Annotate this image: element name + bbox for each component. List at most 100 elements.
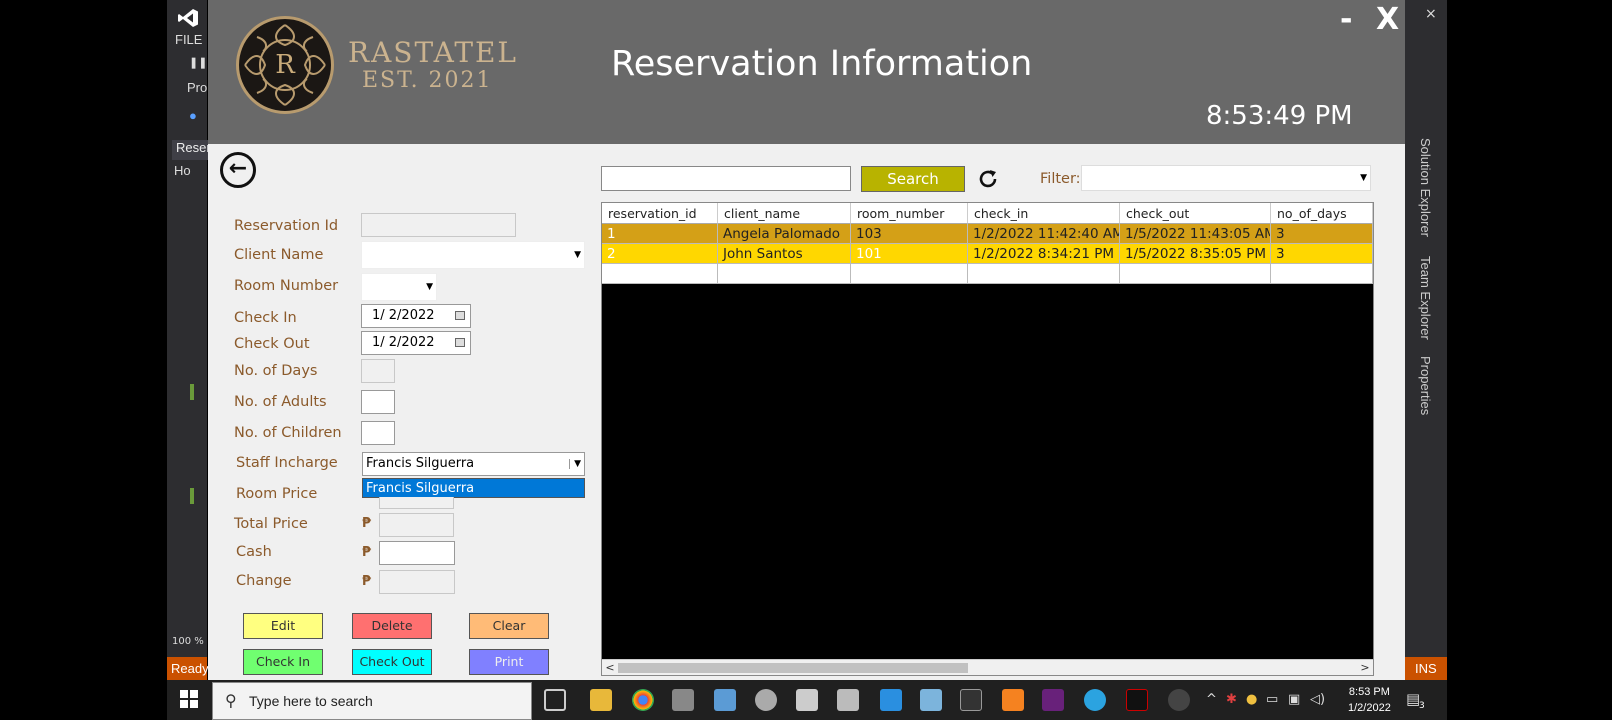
check-in-button[interactable]: Check In [243, 649, 323, 675]
reservation-grid[interactable]: reservation_id client_name room_number c… [601, 202, 1374, 676]
table-cell[interactable]: 1/5/2022 8:35:05 PM [1120, 244, 1271, 264]
no-of-children-field[interactable] [361, 421, 395, 445]
scroll-right-icon[interactable]: > [1357, 660, 1373, 676]
check-in-date-picker[interactable]: 1/ 2/2022 [361, 304, 471, 328]
table-cell[interactable]: Angela Palomado [718, 224, 851, 244]
vs-pause-icon[interactable]: ❚❚ [189, 56, 207, 69]
calculator-icon[interactable] [672, 689, 694, 711]
calendar-icon[interactable] [455, 338, 465, 347]
label-total-price: Total Price [234, 516, 308, 532]
table-cell[interactable]: John Santos [718, 244, 851, 264]
visual-studio-icon[interactable] [1042, 689, 1064, 711]
column-header[interactable]: no_of_days [1271, 203, 1373, 224]
clear-button[interactable]: Clear [469, 613, 549, 639]
label-no-of-adults: No. of Adults [234, 394, 327, 410]
table-row-new[interactable] [602, 264, 1373, 284]
volume-icon[interactable]: ◁) [1310, 692, 1325, 707]
edge-icon[interactable] [1084, 689, 1106, 711]
column-header[interactable]: check_in [968, 203, 1120, 224]
file-explorer-icon[interactable] [590, 689, 612, 711]
vs-back-icon[interactable]: ● [189, 108, 197, 123]
grid-header: reservation_id client_name room_number c… [602, 203, 1373, 224]
table-cell[interactable]: 3 [1271, 224, 1373, 244]
chevron-down-icon[interactable]: ▼ [569, 459, 581, 469]
vs-zoom-level[interactable]: 100 % [172, 636, 204, 647]
search-input[interactable] [601, 166, 851, 191]
chevron-down-icon: ▼ [574, 250, 581, 260]
search-button[interactable]: Search [861, 166, 965, 192]
table-cell[interactable]: 101 [851, 244, 968, 264]
check-out-button[interactable]: Check Out [352, 649, 432, 675]
scroll-left-icon[interactable]: < [602, 660, 618, 676]
horizontal-scrollbar[interactable]: < > [602, 659, 1373, 675]
table-cell[interactable]: 1/2/2022 8:34:21 PM [968, 244, 1120, 264]
vs-status-ready: Ready [167, 657, 209, 681]
app-cube-icon[interactable] [714, 689, 736, 711]
calendar-icon[interactable] [455, 311, 465, 320]
back-arrow-icon[interactable]: ← [220, 152, 256, 188]
table-cell[interactable] [968, 264, 1120, 284]
solution-explorer-tab[interactable]: Solution Explorer [1418, 138, 1433, 237]
vs-file-menu[interactable]: FILE [175, 32, 202, 47]
taskbar-search-box[interactable]: ⚲ Type here to search [212, 682, 532, 720]
table-cell[interactable] [1120, 264, 1271, 284]
network-icon[interactable]: ▣ [1288, 692, 1300, 707]
app-icon[interactable] [837, 689, 859, 711]
tray-chevron-icon[interactable]: ^ [1206, 692, 1217, 707]
vs-editor-tab[interactable]: Reser [172, 140, 211, 160]
table-cell[interactable] [718, 264, 851, 284]
refresh-icon[interactable] [977, 168, 999, 190]
xampp-icon[interactable] [1002, 689, 1024, 711]
tray-app-icon[interactable]: ✱ [1226, 692, 1237, 707]
check-out-date-picker[interactable]: 1/ 2/2022 [361, 331, 471, 355]
table-cell[interactable]: 1/2/2022 11:42:40 AM [968, 224, 1120, 244]
app-icon[interactable] [1126, 689, 1148, 711]
terminal-icon[interactable] [960, 689, 982, 711]
minimize-button[interactable]: - [1340, 2, 1352, 37]
chrome-icon[interactable] [632, 689, 654, 711]
total-price-field [379, 513, 454, 537]
staff-incharge-select[interactable]: Francis Silguerra ▼ [362, 452, 585, 476]
column-header[interactable]: client_name [718, 203, 851, 224]
table-row[interactable]: 2 John Santos 101 1/2/2022 8:34:21 PM 1/… [602, 244, 1373, 264]
battery-icon[interactable]: ▭ [1266, 692, 1278, 707]
print-button[interactable]: Print [469, 649, 549, 675]
cash-field[interactable] [379, 541, 455, 565]
column-header[interactable]: check_out [1120, 203, 1271, 224]
room-number-select[interactable]: ▼ [361, 273, 437, 301]
table-row[interactable]: 1 Angela Palomado 103 1/2/2022 11:42:40 … [602, 224, 1373, 244]
close-button[interactable]: X [1376, 2, 1399, 37]
table-cell[interactable] [602, 264, 718, 284]
vs-change-marker [190, 488, 194, 504]
staff-dropdown-option[interactable]: Francis Silguerra [362, 478, 585, 498]
task-view-icon[interactable] [544, 689, 566, 711]
taskbar-clock[interactable]: 8:53 PM 1/2/2022 [1348, 684, 1391, 716]
edit-button[interactable]: Edit [243, 613, 323, 639]
windows-start-icon[interactable] [180, 690, 198, 708]
filter-select[interactable]: ▼ [1081, 165, 1371, 191]
no-of-adults-field[interactable] [361, 390, 395, 414]
client-name-select[interactable]: ▼ [361, 241, 585, 269]
table-cell[interactable]: 1/5/2022 11:43:05 AM [1120, 224, 1271, 244]
tray-app-icon[interactable]: ● [1246, 692, 1257, 707]
column-header[interactable]: reservation_id [602, 203, 718, 224]
properties-tab[interactable]: Properties [1418, 356, 1433, 415]
paint-icon[interactable] [755, 689, 777, 711]
table-cell[interactable]: 2 [602, 244, 718, 264]
app-icon[interactable] [920, 689, 942, 711]
table-cell[interactable]: 1 [602, 224, 718, 244]
team-explorer-tab[interactable]: Team Explorer [1418, 256, 1433, 340]
table-cell[interactable] [851, 264, 968, 284]
app-icon[interactable] [796, 689, 818, 711]
notification-count: 3 [1419, 701, 1425, 711]
vs-close-icon[interactable]: × [1425, 6, 1437, 22]
table-cell[interactable] [1271, 264, 1373, 284]
scrollbar-thumb[interactable] [618, 663, 968, 673]
vscode-icon[interactable] [880, 689, 902, 711]
change-field [379, 570, 455, 594]
table-cell[interactable]: 3 [1271, 244, 1373, 264]
app-icon[interactable] [1168, 689, 1190, 711]
table-cell[interactable]: 103 [851, 224, 968, 244]
delete-button[interactable]: Delete [352, 613, 432, 639]
column-header[interactable]: room_number [851, 203, 968, 224]
